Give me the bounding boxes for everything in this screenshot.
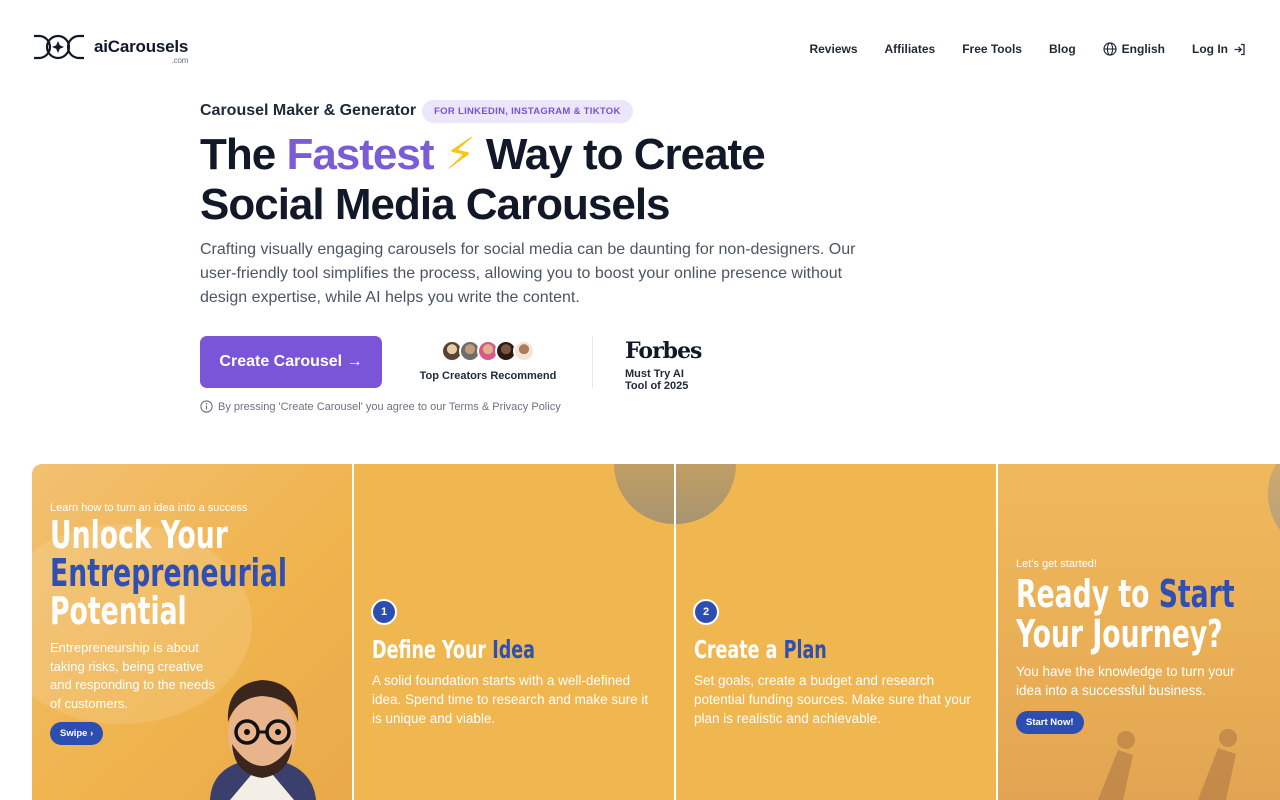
slide-title-accent: Idea: [492, 635, 536, 664]
slide-title: Define Your Idea: [372, 636, 535, 664]
endorsement-divider: [592, 336, 593, 388]
info-icon: [200, 400, 213, 413]
slide-title-part: Create a: [694, 635, 784, 664]
hero-headline: The Fastest ⚡ Way to Create Social Media…: [200, 130, 920, 230]
slide-cover: Learn how to turn an idea into a success…: [32, 464, 352, 800]
headline-line1-end: Way to Create: [474, 130, 766, 179]
creator-avatar-illustration: [210, 680, 316, 800]
brand-suffix: .com: [171, 56, 189, 65]
slide-step-2: 2 Create a Plan Set goals, create a budg…: [676, 464, 996, 800]
swipe-button[interactable]: Swipe ›: [50, 722, 104, 745]
cta-row: Create Carousel → Top Creators Recommend…: [200, 336, 702, 392]
slide-title-accent: Plan: [783, 635, 827, 664]
forbes-caption: Must Try AI Tool of 2025: [625, 368, 689, 392]
hero-section: Carousel Maker & Generator FOR LINKEDIN,…: [200, 96, 920, 310]
slide-body: A solid foundation starts with a well-de…: [372, 673, 649, 726]
slide-body: Set goals, create a budget and research …: [694, 673, 971, 726]
headline-accent: Fastest: [286, 130, 434, 179]
login-arrow-icon: [1234, 43, 1245, 55]
slide-closing: Let's get started! Ready to Start Your J…: [998, 464, 1280, 800]
headline-pre: The: [200, 130, 287, 179]
slide-title-accent: Start: [1158, 572, 1235, 616]
globe-icon: [1103, 42, 1117, 56]
headline-line2: Social Media Carousels: [200, 180, 671, 229]
start-now-button[interactable]: Start Now!: [1016, 711, 1084, 734]
slide-title-line1: Unlock Your: [50, 513, 228, 557]
brand-logo[interactable]: aiCarousels .com: [32, 34, 189, 65]
slide-title-part: Define Your: [372, 635, 493, 664]
login-link[interactable]: Log In: [1192, 40, 1246, 58]
nav-free-tools[interactable]: Free Tools: [962, 40, 1022, 58]
step-number-badge: 1: [371, 599, 397, 625]
language-label: English: [1121, 42, 1165, 56]
language-selector[interactable]: English: [1103, 40, 1165, 58]
terms-text: By pressing 'Create Carousel' you agree …: [218, 400, 561, 413]
slide-title: Create a Plan: [694, 636, 827, 664]
main-nav: Reviews Affiliates Free Tools Blog Engli…: [809, 40, 1246, 58]
slide-kicker: Let's get started!: [1016, 558, 1097, 570]
nav-affiliates[interactable]: Affiliates: [885, 40, 936, 58]
nav-blog[interactable]: Blog: [1049, 40, 1076, 58]
carousel-preview: Learn how to turn an idea into a success…: [32, 464, 1280, 800]
slide-title-line3: Potential: [50, 589, 187, 633]
hero-description: Crafting visually engaging carousels for…: [200, 241, 856, 306]
terms-notice: By pressing 'Create Carousel' you agree …: [200, 400, 561, 413]
avatar: [513, 340, 535, 362]
lightning-icon: ⚡: [444, 130, 476, 179]
forbes-endorsement: Forbes Must Try AI Tool of 2025: [625, 338, 702, 392]
eyebrow-title: Carousel Maker & Generator: [200, 102, 417, 119]
slide-title-line2: Entrepreneurial: [50, 551, 288, 595]
forbes-logo: Forbes: [625, 338, 702, 364]
decor-circle: [676, 464, 736, 524]
creator-avatars: [414, 340, 562, 364]
creators-caption: Top Creators Recommend: [419, 370, 557, 382]
slide-title-line2: Your Journey?: [1016, 612, 1223, 656]
slide-step-1: 1 Define Your Idea A solid foundation st…: [354, 464, 674, 800]
slide-title-part: Ready to: [1016, 572, 1159, 616]
creators-endorsement: Top Creators Recommend: [414, 340, 562, 382]
brand-name: aiCarousels .com: [94, 37, 189, 65]
login-label: Log In: [1192, 42, 1228, 56]
slide-title-line1: Ready to Start: [1016, 574, 1235, 614]
site-header: aiCarousels .com Reviews Affiliates Free…: [0, 0, 1280, 96]
brand-name-text: aiCarousels: [94, 37, 189, 56]
hero-eyebrow: Carousel Maker & Generator FOR LINKEDIN,…: [200, 96, 920, 126]
step-number-badge: 2: [693, 599, 719, 625]
runners-photo-overlay: [1098, 729, 1237, 800]
nav-reviews[interactable]: Reviews: [809, 40, 857, 58]
decor-circle: [614, 464, 674, 524]
brand-mark-icon: [34, 34, 84, 60]
platform-badge: FOR LINKEDIN, INSTAGRAM & TIKTOK: [422, 99, 633, 123]
create-carousel-button[interactable]: Create Carousel →: [200, 336, 382, 388]
slide-body: You have the knowledge to turn your idea…: [1016, 664, 1235, 698]
decor-circle: [1268, 464, 1280, 554]
